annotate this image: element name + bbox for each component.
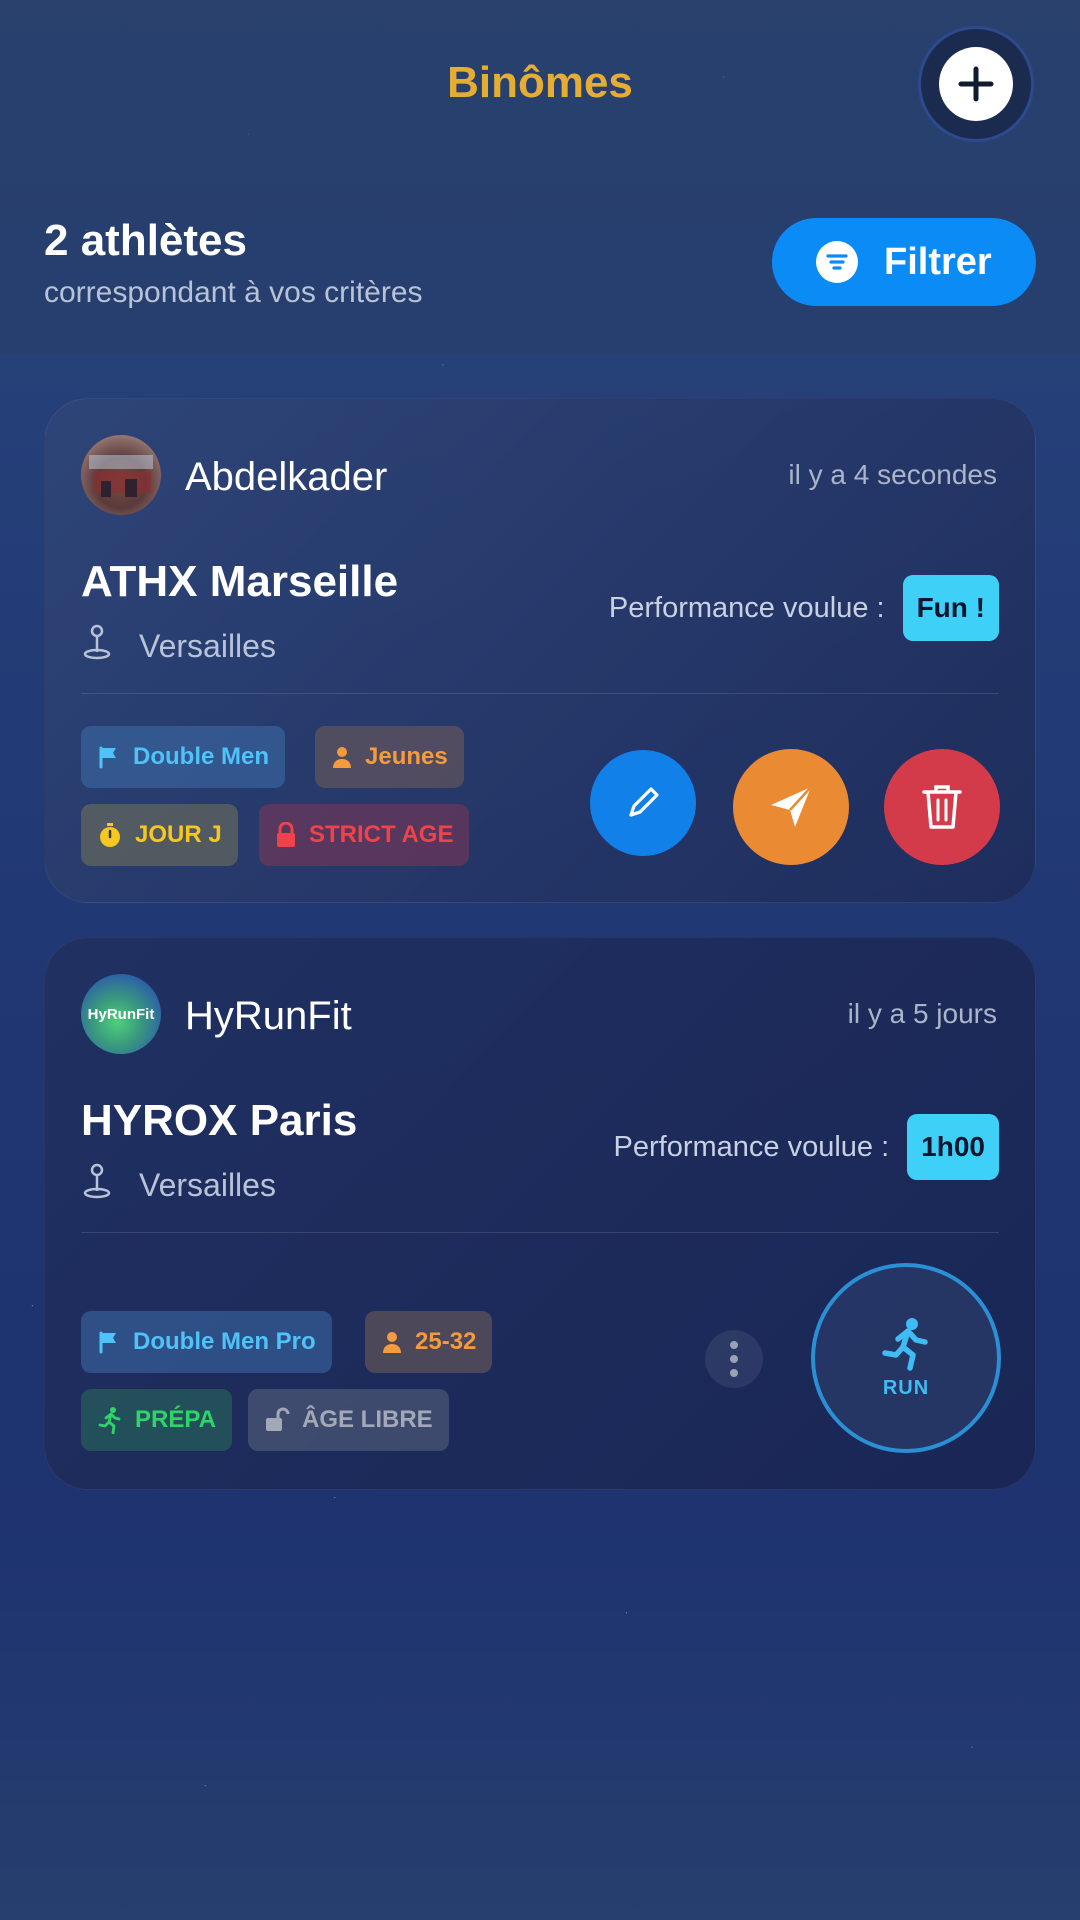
filter-icon — [816, 241, 858, 283]
timestamp: il y a 4 secondes — [788, 459, 997, 490]
flag-icon — [99, 746, 116, 769]
divider — [81, 1232, 999, 1233]
header: Binômes 2 athlètes correspondant à vos c… — [0, 0, 1080, 354]
tag-label: JOUR J — [135, 821, 222, 848]
more-options-button[interactable] — [705, 1330, 763, 1388]
lock-icon — [277, 822, 295, 847]
runner-icon — [98, 1407, 121, 1434]
tag-category: Double Men Pro — [81, 1311, 332, 1373]
tag-age-rule: STRICT AGE — [259, 804, 470, 866]
results-count: 2 athlètes — [44, 216, 247, 265]
tag-label: PRÉPA — [135, 1406, 216, 1433]
results-subtitle: correspondant à vos critères — [44, 276, 423, 309]
tag-label: Double Men Pro — [133, 1328, 316, 1355]
performance-label: Performance voulue : — [613, 1130, 890, 1163]
pencil-icon — [629, 787, 659, 817]
performance-badge: 1h00 — [907, 1114, 999, 1180]
location: Versailles — [81, 1162, 276, 1208]
tag-category: Double Men — [81, 726, 285, 788]
delete-button[interactable] — [884, 749, 1000, 865]
stopwatch-icon — [100, 823, 120, 847]
location-label: Versailles — [139, 1166, 276, 1203]
run-label: RUN — [882, 1376, 930, 1399]
tag-goal: PRÉPA — [81, 1389, 232, 1451]
tag-label: Jeunes — [365, 743, 448, 770]
location-pin-icon — [81, 1162, 113, 1208]
more-vertical-icon — [730, 1341, 738, 1349]
performance-badge: Fun ! — [902, 575, 999, 641]
tag-age-rule: ÂGE LIBRE — [248, 1389, 449, 1451]
tag-age: 25-32 — [365, 1311, 493, 1373]
performance: Performance voulue : Fun ! — [609, 575, 999, 641]
event-name: HYROX Paris — [81, 1096, 358, 1145]
tag-label: Double Men — [133, 743, 269, 770]
trash-icon — [922, 785, 962, 829]
location: Versailles — [81, 623, 276, 669]
performance-label: Performance voulue : — [608, 591, 885, 624]
user-name[interactable]: HyRunFit — [185, 994, 352, 1039]
performance: Performance voulue : 1h00 — [614, 1114, 999, 1180]
unlock-icon — [266, 1407, 290, 1431]
runner-icon — [882, 1317, 928, 1371]
divider — [81, 693, 999, 694]
plus-icon — [939, 47, 1013, 121]
person-icon — [333, 747, 351, 768]
flag-icon — [99, 1331, 116, 1354]
avatar — [81, 435, 161, 515]
tag-label: ÂGE LIBRE — [302, 1406, 433, 1433]
tag-label: 25-32 — [415, 1328, 477, 1355]
timestamp: il y a 5 jours — [847, 998, 997, 1029]
send-icon — [771, 786, 812, 827]
add-binome-button[interactable] — [918, 26, 1034, 142]
location-label: Versailles — [139, 627, 276, 664]
edit-button[interactable] — [590, 750, 696, 856]
binome-card[interactable]: HyRunFit HyRunFit il y a 5 jours HYROX P… — [44, 937, 1036, 1490]
user-name[interactable]: Abdelkader — [185, 455, 387, 500]
person-icon — [383, 1332, 401, 1353]
location-pin-icon — [81, 623, 113, 669]
tag-age: Jeunes — [315, 726, 464, 788]
event-name: ATHX Marseille — [81, 557, 399, 606]
tag-label: STRICT AGE — [309, 821, 454, 848]
binome-card[interactable]: Abdelkader il y a 4 secondes ATHX Marsei… — [44, 398, 1036, 903]
avatar: HyRunFit — [81, 974, 161, 1054]
tag-goal: JOUR J — [81, 804, 238, 866]
run-button[interactable]: RUN — [811, 1263, 1001, 1453]
filter-button[interactable]: Filtrer — [772, 218, 1036, 306]
filter-label: Filtrer — [884, 240, 992, 283]
send-button[interactable] — [733, 749, 849, 865]
